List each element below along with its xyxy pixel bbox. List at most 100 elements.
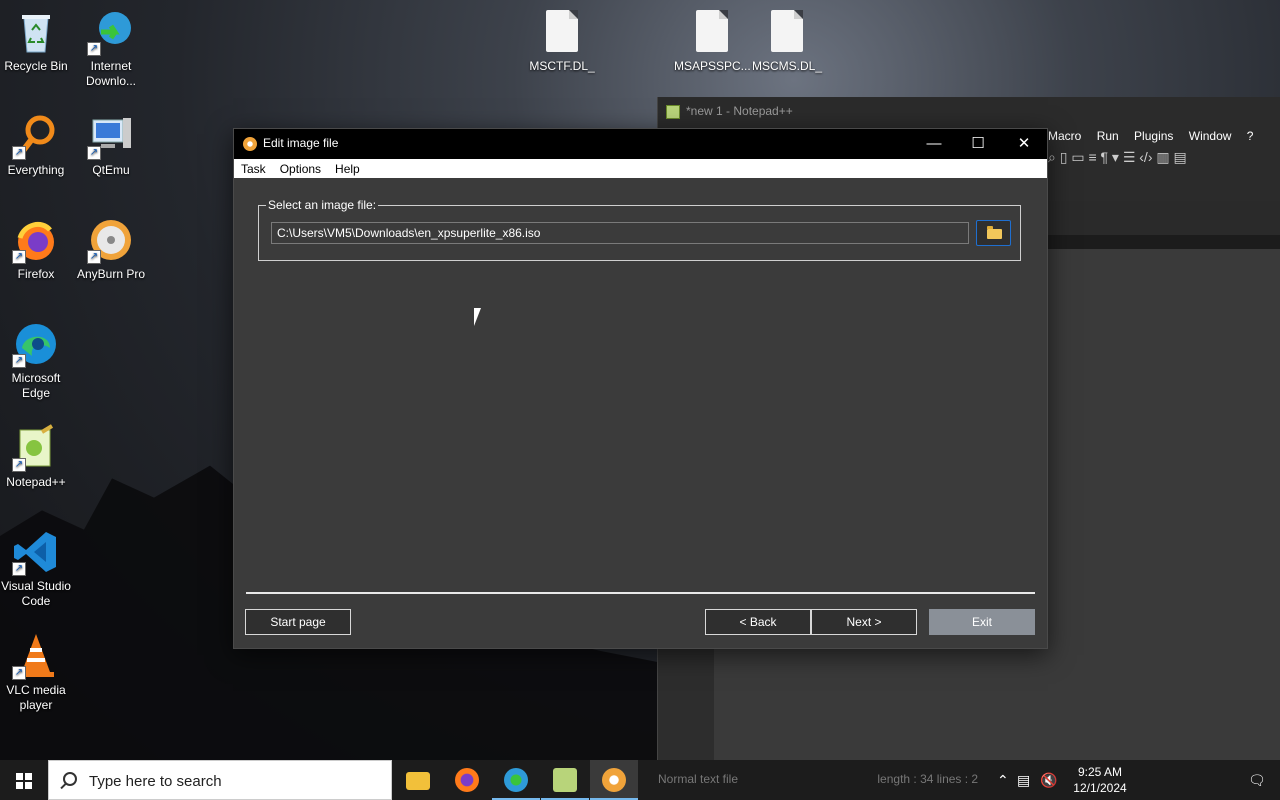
desktop: Recycle Bin ↗ Everything ↗ Firefox ↗ Mic… [0, 0, 1280, 760]
desktop-icon-label: Microsoft Edge [11, 371, 61, 400]
folder-icon [987, 226, 1002, 239]
notepadpp-icon: ↗ [12, 424, 60, 472]
clock[interactable]: 9:25 AM 12/1/2024 [1060, 764, 1140, 796]
notepadpp-status-text: Normal text file length : 34 lines : 2 [658, 772, 979, 786]
anyburn-icon [602, 768, 626, 792]
taskbar-search[interactable]: Type here to search [48, 760, 392, 800]
exit-button[interactable]: Exit [929, 609, 1035, 635]
everything-search-icon: ↗ [12, 112, 60, 160]
vscode-icon: ↗ [12, 528, 60, 576]
desktop-icon-firefox[interactable]: ↗ Firefox [0, 216, 74, 282]
notepadpp-icon [553, 768, 577, 792]
desktop-file-msapsspc[interactable]: MSAPSSPC... [674, 10, 751, 74]
desktop-icon-vscode[interactable]: ↗ Visual Studio Code [0, 528, 74, 609]
notepadpp-tabbar [1048, 201, 1280, 235]
start-page-button[interactable]: Start page [245, 609, 351, 635]
desktop-icon-qtemu[interactable]: ↗ QtEmu [73, 112, 149, 178]
desktop-icon-notepadpp[interactable]: ↗ Notepad++ [0, 424, 74, 490]
start-button[interactable] [0, 760, 48, 800]
dialog-title: Edit image file [263, 136, 339, 150]
internet-download-manager-icon: ↗ [87, 8, 135, 56]
npp-menu-help[interactable]: ? [1247, 129, 1254, 143]
anyburn-app-icon [243, 137, 257, 151]
desktop-icon-idm[interactable]: ↗ Internet Downlo... [73, 8, 149, 89]
select-image-label: Select an image file: [266, 198, 379, 212]
chevron-up-icon[interactable]: ⌃ [997, 772, 1009, 789]
menu-help[interactable]: Help [335, 162, 360, 176]
minimize-button[interactable]: — [911, 129, 957, 159]
desktop-icon-label: Firefox [17, 267, 55, 281]
menu-options[interactable]: Options [280, 162, 321, 176]
desktop-icon-label: MSAPSSPC... [674, 59, 751, 73]
desktop-icon-everything[interactable]: ↗ Everything [0, 112, 74, 178]
desktop-icon-label: Recycle Bin [4, 59, 68, 73]
clock-time: 9:25 AM [1077, 765, 1123, 779]
dialog-titlebar[interactable]: Edit image file — ☐ ✕ [234, 129, 1047, 159]
file-icon [546, 10, 578, 52]
recycle-bin-icon [12, 8, 60, 56]
notepadpp-toolbar: ⌕ ▯ ▭ ≡ ¶ ▾ ☰ ‹/› ▥ ▤ [1048, 149, 1280, 171]
npp-menu-macro[interactable]: Macro [1048, 129, 1081, 143]
internet-download-manager-icon [504, 768, 528, 792]
desktop-icon-label: AnyBurn Pro [76, 267, 146, 281]
taskbar-idm[interactable] [492, 760, 540, 800]
qtemu-icon: ↗ [87, 112, 135, 160]
search-placeholder: Type here to search [89, 773, 222, 790]
file-icon [771, 10, 803, 52]
select-image-group: Select an image file: [258, 198, 1021, 261]
desktop-icon-label: Notepad++ [6, 475, 66, 489]
firefox-icon [455, 768, 479, 792]
clock-date: 12/1/2024 [1073, 781, 1127, 795]
desktop-icon-recycle-bin[interactable]: Recycle Bin [0, 8, 74, 74]
dialog-menubar: Task Options Help [234, 159, 1047, 178]
desktop-file-mscms[interactable]: MSCMS.DL_ [749, 10, 825, 74]
desktop-icon-label: Everything [7, 163, 65, 177]
browse-button[interactable] [976, 220, 1011, 246]
close-button[interactable]: ✕ [1001, 129, 1047, 159]
image-path-input[interactable] [271, 222, 969, 244]
npp-menu-plugins[interactable]: Plugins [1134, 129, 1173, 143]
notepadpp-titlebar[interactable]: *new 1 - Notepad++ [658, 97, 1280, 127]
notification-icon[interactable]: 🗨 [1248, 772, 1266, 789]
footer-divider [246, 592, 1035, 594]
volume-muted-icon[interactable]: 🔇 [1040, 772, 1057, 789]
file-icon [696, 10, 728, 52]
search-icon [63, 772, 77, 786]
firefox-icon: ↗ [12, 216, 60, 264]
maximize-button[interactable]: ☐ [955, 129, 1001, 159]
menu-task[interactable]: Task [241, 162, 266, 176]
anyburn-icon: ↗ [87, 216, 135, 264]
windows-logo-icon [16, 773, 32, 789]
next-button[interactable]: Next > [811, 609, 917, 635]
notepadpp-logo-icon [666, 105, 680, 119]
mouse-cursor [474, 308, 481, 326]
desktop-icon-label: QtEmu [92, 163, 130, 177]
taskbar: Type here to search Normal text file len… [0, 760, 1280, 800]
desktop-icon-label: MSCMS.DL_ [751, 59, 822, 73]
notepadpp-tab-strip [1048, 235, 1280, 249]
edge-icon: ↗ [12, 320, 60, 368]
desktop-icon-label: Visual Studio Code [1, 579, 71, 608]
npp-menu-window[interactable]: Window [1189, 129, 1232, 143]
vlc-icon: ↗ [12, 632, 60, 680]
taskbar-file-explorer[interactable] [394, 760, 442, 800]
taskbar-firefox[interactable] [443, 760, 491, 800]
edit-image-dialog: Edit image file — ☐ ✕ Task Options Help … [233, 128, 1048, 649]
back-button[interactable]: < Back [705, 609, 811, 635]
toolbar-icons[interactable]: ⌕ ▯ ▭ ≡ ¶ ▾ ☰ ‹/› ▥ ▤ [1048, 149, 1187, 165]
desktop-file-msctf[interactable]: MSCTF.DL_ [524, 10, 600, 74]
taskbar-anyburn[interactable] [590, 760, 638, 800]
desktop-icon-label: Internet Downlo... [85, 59, 137, 88]
desktop-icon-label: VLC media player [6, 683, 66, 712]
notepadpp-menubar: Macro Run Plugins Window ? [1048, 129, 1265, 143]
desktop-icon-edge[interactable]: ↗ Microsoft Edge [0, 320, 74, 401]
file-explorer-icon [406, 772, 430, 790]
system-tray: ⌃ ▤ 🔇 9:25 AM 12/1/2024 🗨 [997, 760, 1280, 800]
npp-menu-run[interactable]: Run [1097, 129, 1119, 143]
desktop-icon-vlc[interactable]: ↗ VLC media player [0, 632, 74, 713]
desktop-icon-label: MSCTF.DL_ [529, 59, 595, 73]
notepadpp-title: *new 1 - Notepad++ [686, 104, 793, 118]
network-icon[interactable]: ▤ [1017, 772, 1030, 789]
taskbar-notepadpp[interactable] [541, 760, 589, 800]
desktop-icon-anyburn[interactable]: ↗ AnyBurn Pro [73, 216, 149, 282]
